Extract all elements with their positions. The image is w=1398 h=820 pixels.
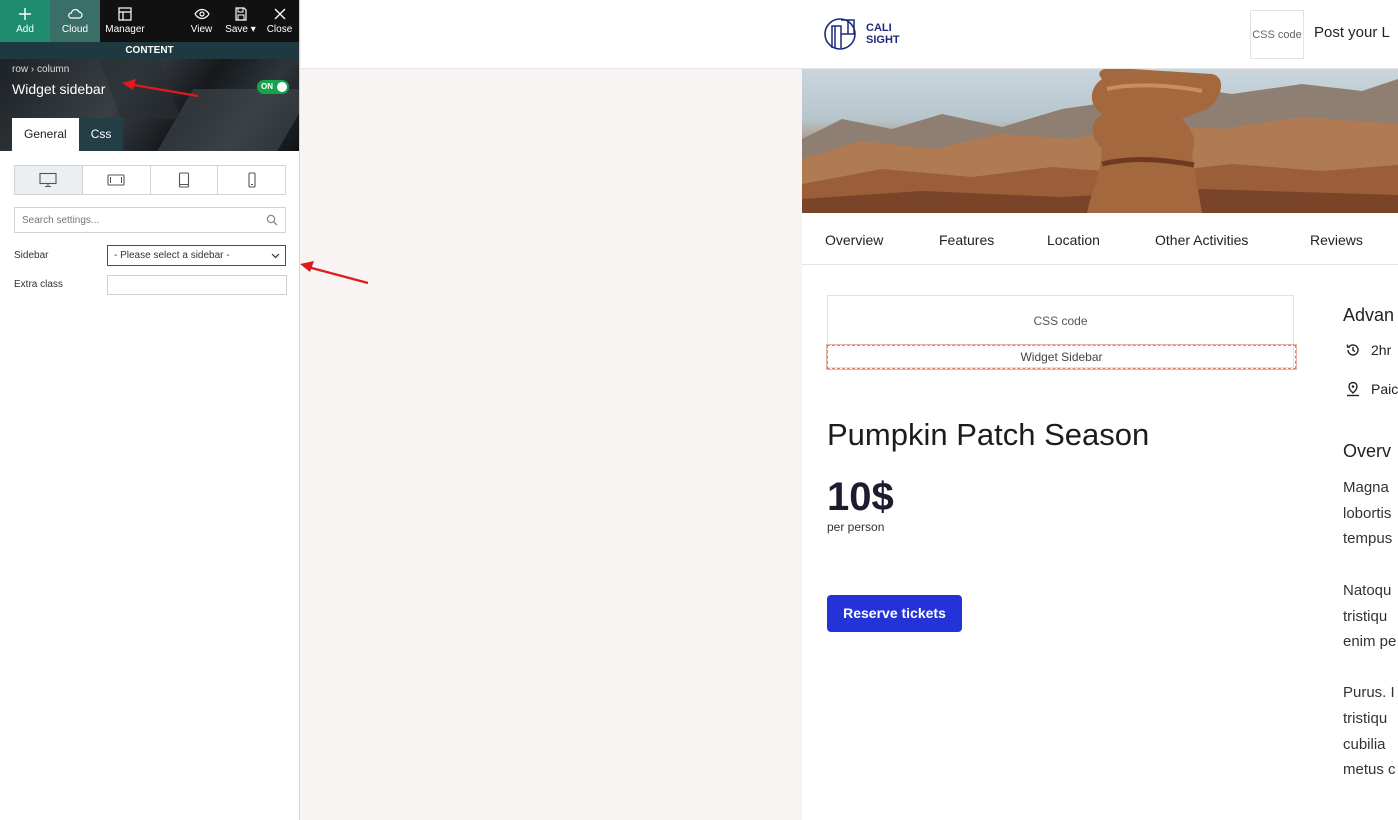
widget-sidebar-element[interactable]: Widget Sidebar bbox=[826, 344, 1297, 370]
cloud-label: Cloud bbox=[61, 24, 89, 35]
post-listing-link[interactable]: Post your L bbox=[1314, 24, 1390, 41]
reserve-tickets-button[interactable]: Reserve tickets bbox=[827, 595, 962, 632]
side-duration: 2hr bbox=[1371, 342, 1392, 358]
cloud-button[interactable]: Cloud bbox=[50, 0, 100, 42]
device-desktop[interactable] bbox=[15, 166, 83, 194]
view-button[interactable]: View bbox=[182, 0, 221, 42]
paragraph-line: tristiqu bbox=[1343, 608, 1388, 625]
manager-button[interactable]: Manager bbox=[100, 0, 150, 42]
desktop-icon bbox=[39, 172, 57, 188]
tab-location[interactable]: Location bbox=[1047, 232, 1100, 248]
paragraph-line: tempus bbox=[1343, 530, 1393, 547]
paragraph-line: lobortis bbox=[1343, 505, 1392, 522]
plus-icon bbox=[19, 8, 31, 20]
side-heading: Advan bbox=[1343, 305, 1395, 325]
history-icon bbox=[1346, 344, 1359, 356]
layout-icon bbox=[118, 7, 132, 21]
css-code-element[interactable]: CSS code Widget Sidebar bbox=[826, 295, 1297, 370]
paragraph-line: Purus. I bbox=[1343, 684, 1395, 701]
tablet-portrait-icon bbox=[178, 172, 189, 188]
tab-other-activities[interactable]: Other Activities bbox=[1155, 232, 1248, 248]
breadcrumb-column[interactable]: column bbox=[37, 64, 69, 75]
side-column: Advan 2hr Paic Overv Magna lobortis temp… bbox=[1343, 265, 1398, 820]
side-overview-heading: Overv bbox=[1343, 441, 1392, 461]
chevron-down-icon bbox=[271, 253, 280, 259]
manager-label: Manager bbox=[105, 24, 145, 35]
breadcrumb-separator: › bbox=[30, 64, 35, 75]
hero-image bbox=[802, 69, 1398, 213]
breadcrumb: row › column bbox=[12, 64, 69, 75]
view-label: View bbox=[190, 24, 213, 35]
toggle-knob bbox=[277, 82, 287, 92]
price: 10$ bbox=[827, 475, 894, 519]
extra-class-input[interactable] bbox=[107, 275, 287, 295]
tablet-landscape-icon bbox=[107, 174, 125, 186]
paragraph-line: Natoqu bbox=[1343, 582, 1392, 599]
floppy-icon bbox=[234, 7, 247, 21]
close-icon bbox=[274, 8, 285, 20]
paragraph-line: cubilia bbox=[1343, 736, 1386, 753]
extra-class-label: Extra class bbox=[14, 279, 63, 290]
mobile-icon bbox=[248, 172, 256, 188]
paragraph-line: Magna bbox=[1343, 479, 1389, 496]
save-button[interactable]: Save ▾ bbox=[221, 0, 260, 42]
tab-overview[interactable]: Overview bbox=[825, 232, 883, 248]
tab-features[interactable]: Features bbox=[939, 232, 994, 248]
tab-reviews[interactable]: Reviews bbox=[1310, 232, 1363, 248]
header-background-shape bbox=[99, 59, 181, 119]
price-note: per person bbox=[827, 520, 885, 534]
logo-text: CALI SIGHT bbox=[866, 22, 900, 46]
sidebar-select[interactable]: - Please select a sidebar - bbox=[107, 245, 286, 266]
css-code-button[interactable]: CSS code bbox=[1250, 10, 1304, 59]
listing-body: CSS code Widget Sidebar Pumpkin Patch Se… bbox=[802, 265, 1398, 820]
tab-general[interactable]: General bbox=[12, 118, 79, 151]
save-text: Save bbox=[225, 24, 248, 35]
tab-css[interactable]: Css bbox=[78, 118, 124, 151]
paragraph-line: enim pe bbox=[1343, 633, 1397, 650]
close-label: Close bbox=[266, 24, 293, 35]
hero-landscape bbox=[802, 69, 1398, 213]
listing-tabs: Overview Features Location Other Activit… bbox=[802, 213, 1398, 265]
search-settings bbox=[14, 207, 286, 233]
caret-down-icon: ▾ bbox=[250, 24, 256, 35]
section-label: CONTENT bbox=[0, 42, 299, 59]
search-input[interactable] bbox=[15, 208, 285, 232]
calisight-logo-icon[interactable] bbox=[824, 16, 860, 52]
device-switcher bbox=[14, 165, 286, 195]
close-button[interactable]: Close bbox=[260, 0, 299, 42]
side-location: Paic bbox=[1371, 381, 1398, 397]
element-title: Widget sidebar bbox=[12, 81, 106, 97]
eye-icon bbox=[193, 8, 210, 20]
element-toggle[interactable]: ON bbox=[257, 80, 289, 94]
site-header: CALI SIGHT CSS code Post your L bbox=[301, 0, 1398, 69]
settings-tabs: General Css bbox=[12, 118, 124, 151]
sidebar-label: Sidebar bbox=[14, 250, 49, 261]
paragraph-line: metus c bbox=[1343, 761, 1396, 778]
save-label: Save ▾ bbox=[225, 24, 256, 35]
device-tablet-portrait[interactable] bbox=[151, 166, 219, 194]
device-mobile[interactable] bbox=[218, 166, 285, 194]
cloud-icon bbox=[68, 9, 83, 19]
logo-line-2: SIGHT bbox=[866, 34, 900, 46]
css-code-label: CSS code bbox=[1033, 314, 1088, 328]
add-label: Add bbox=[16, 24, 34, 35]
paragraph-line: tristiqu bbox=[1343, 710, 1388, 727]
sidebar-select-value: - Please select a sidebar - bbox=[114, 250, 230, 261]
editor-toolbar: Add Cloud Manager View Save ▾ Close bbox=[0, 0, 299, 42]
element-header: row › column Widget sidebar ON General C… bbox=[0, 59, 299, 151]
device-tablet-landscape[interactable] bbox=[83, 166, 151, 194]
event-title: Pumpkin Patch Season bbox=[827, 417, 1150, 452]
add-button[interactable]: Add bbox=[0, 0, 50, 42]
search-icon bbox=[266, 214, 278, 226]
map-pin-icon bbox=[1347, 381, 1359, 397]
annotation-arrow bbox=[300, 261, 369, 285]
logo-line-1: CALI bbox=[866, 22, 892, 34]
editor-panel: Add Cloud Manager View Save ▾ Close CONT bbox=[0, 0, 300, 820]
breadcrumb-row[interactable]: row bbox=[12, 64, 28, 75]
toggle-label: ON bbox=[261, 82, 273, 91]
